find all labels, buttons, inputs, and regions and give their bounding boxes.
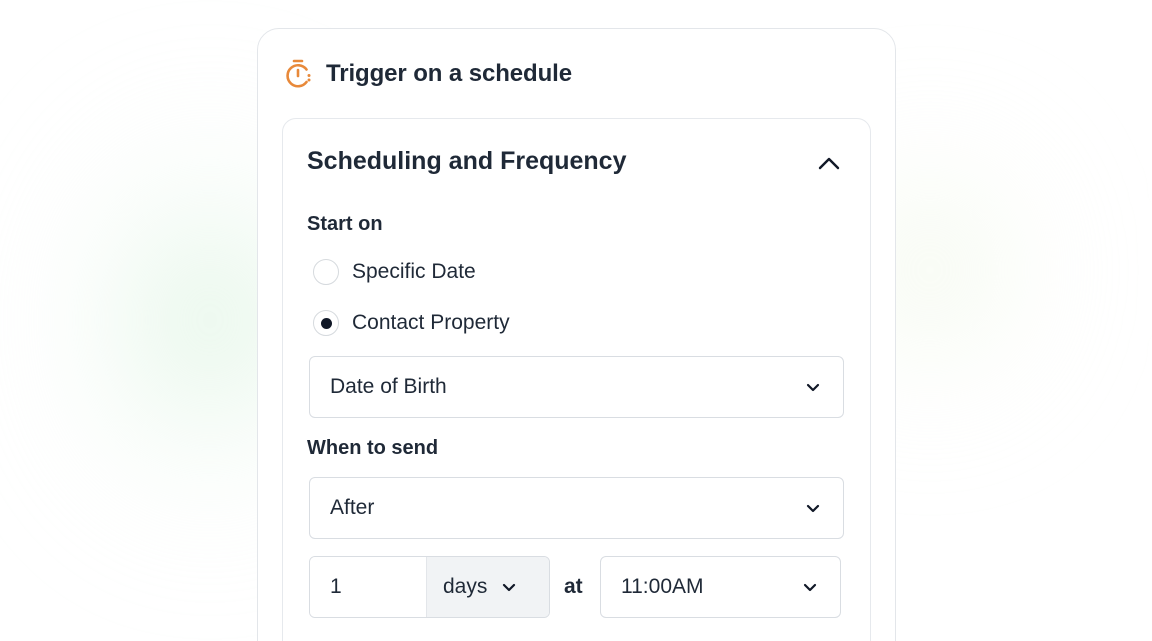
chevron-down-icon — [803, 583, 817, 592]
select-value: After — [330, 496, 375, 519]
select-value: days — [443, 575, 488, 598]
offset-unit-select[interactable]: days — [426, 557, 549, 617]
chevron-up-icon — [818, 157, 840, 170]
radio-button-selected[interactable] — [313, 310, 339, 336]
radio-button[interactable] — [313, 259, 339, 285]
contact-property-select[interactable]: Date of Birth — [309, 356, 844, 418]
radio-contact-property[interactable]: Contact Property — [313, 308, 510, 338]
at-label: at — [564, 575, 583, 598]
radio-specific-date[interactable]: Specific Date — [313, 257, 476, 287]
relation-select[interactable]: After — [309, 477, 844, 539]
trigger-title: Trigger on a schedule — [326, 60, 572, 87]
offset-number-input[interactable] — [310, 557, 426, 617]
when-to-send-label: When to send — [307, 437, 439, 459]
scheduling-section: Scheduling and Frequency Start on Specif… — [282, 118, 871, 641]
chevron-down-icon — [503, 583, 516, 592]
time-select[interactable]: 11:00AM — [600, 556, 841, 618]
trigger-header: Trigger on a schedule — [284, 57, 572, 91]
section-title: Scheduling and Frequency — [307, 147, 627, 175]
select-value: Date of Birth — [330, 375, 447, 398]
radio-dot — [320, 317, 332, 329]
chevron-down-icon — [806, 383, 820, 392]
radio-label: Specific Date — [352, 260, 476, 283]
chevron-down-icon — [806, 504, 820, 513]
stopwatch-icon — [286, 59, 311, 88]
start-on-label: Start on — [307, 213, 383, 235]
radio-label: Contact Property — [352, 311, 510, 334]
select-value: 11:00AM — [621, 575, 704, 598]
offset-input-group: days — [309, 556, 550, 618]
collapse-button[interactable] — [813, 147, 845, 179]
